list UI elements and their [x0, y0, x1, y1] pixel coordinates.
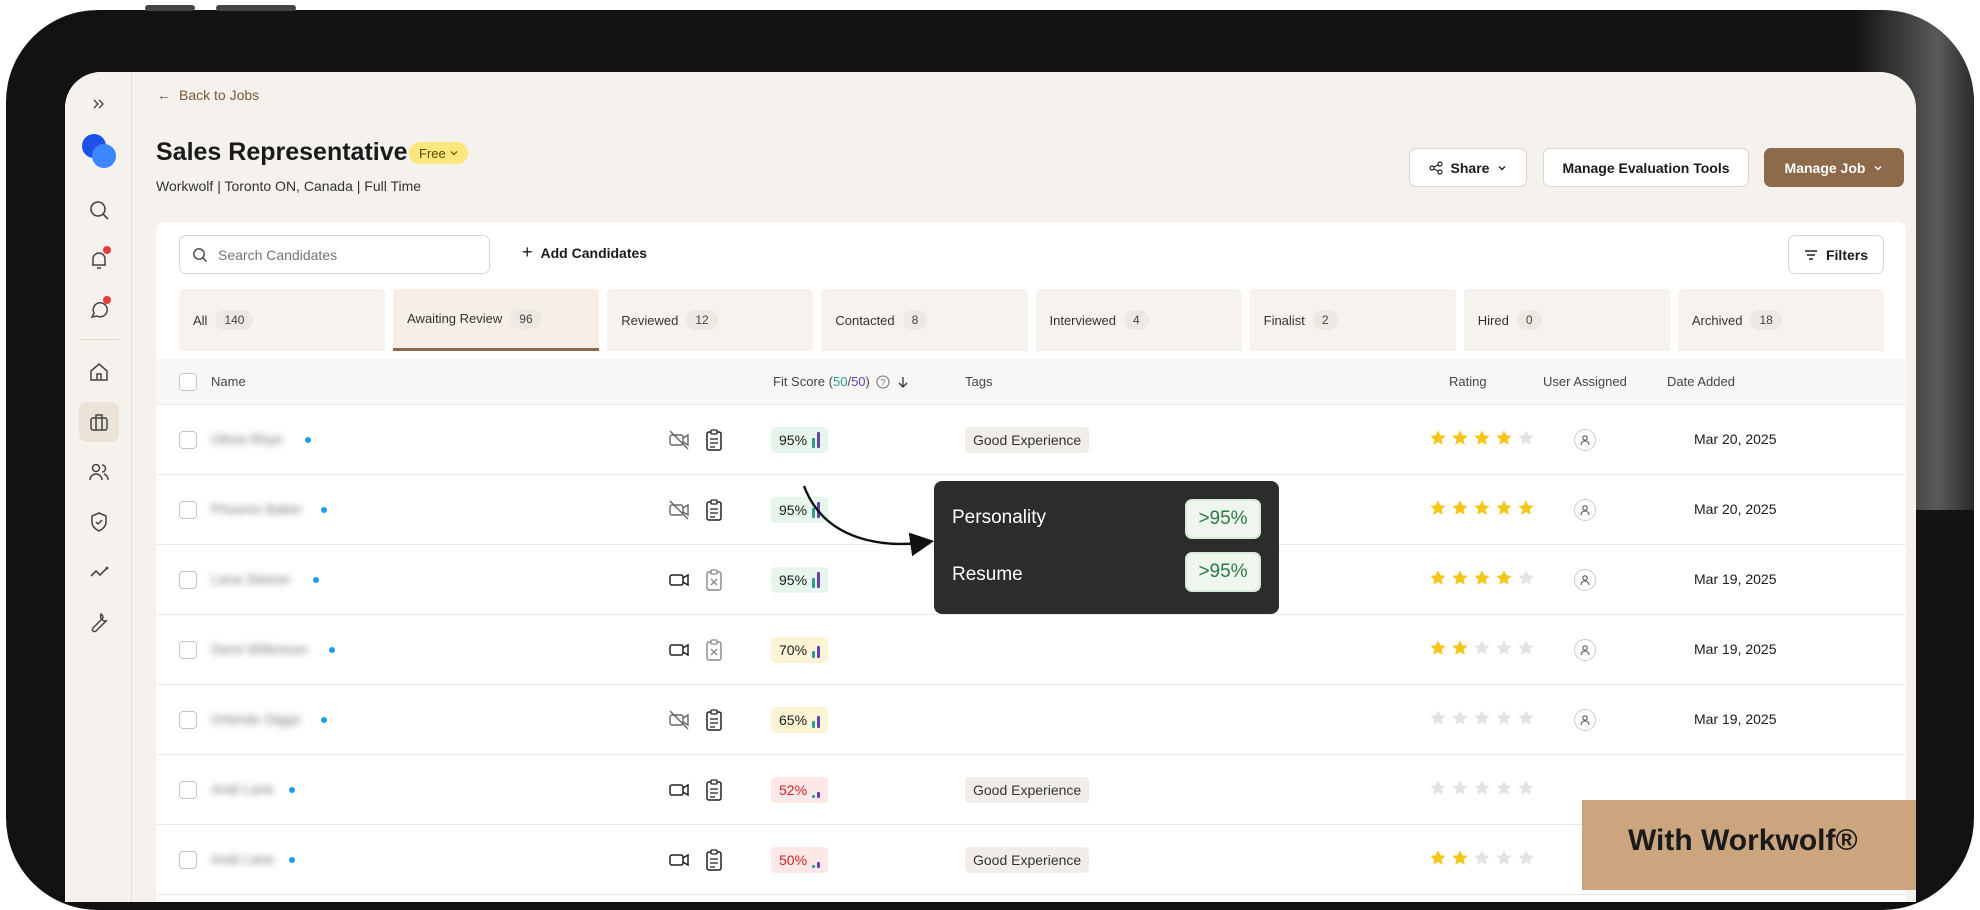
- resume-value: >95%: [1185, 552, 1261, 592]
- hardware-button: [145, 5, 195, 11]
- personality-value: >95%: [1185, 499, 1261, 539]
- app-screen: ← Back to Jobs Sales Representative Free…: [65, 72, 1916, 902]
- hardware-button: [216, 5, 296, 11]
- workwolf-ribbon: With Workwolf®: [1582, 800, 1916, 890]
- fit-score-tooltip: Personality >95% Resume >95%: [934, 481, 1279, 614]
- personality-label: Personality: [952, 507, 1046, 528]
- ribbon-text: With Workwolf®: [1628, 824, 1858, 857]
- resume-label: Resume: [952, 564, 1023, 585]
